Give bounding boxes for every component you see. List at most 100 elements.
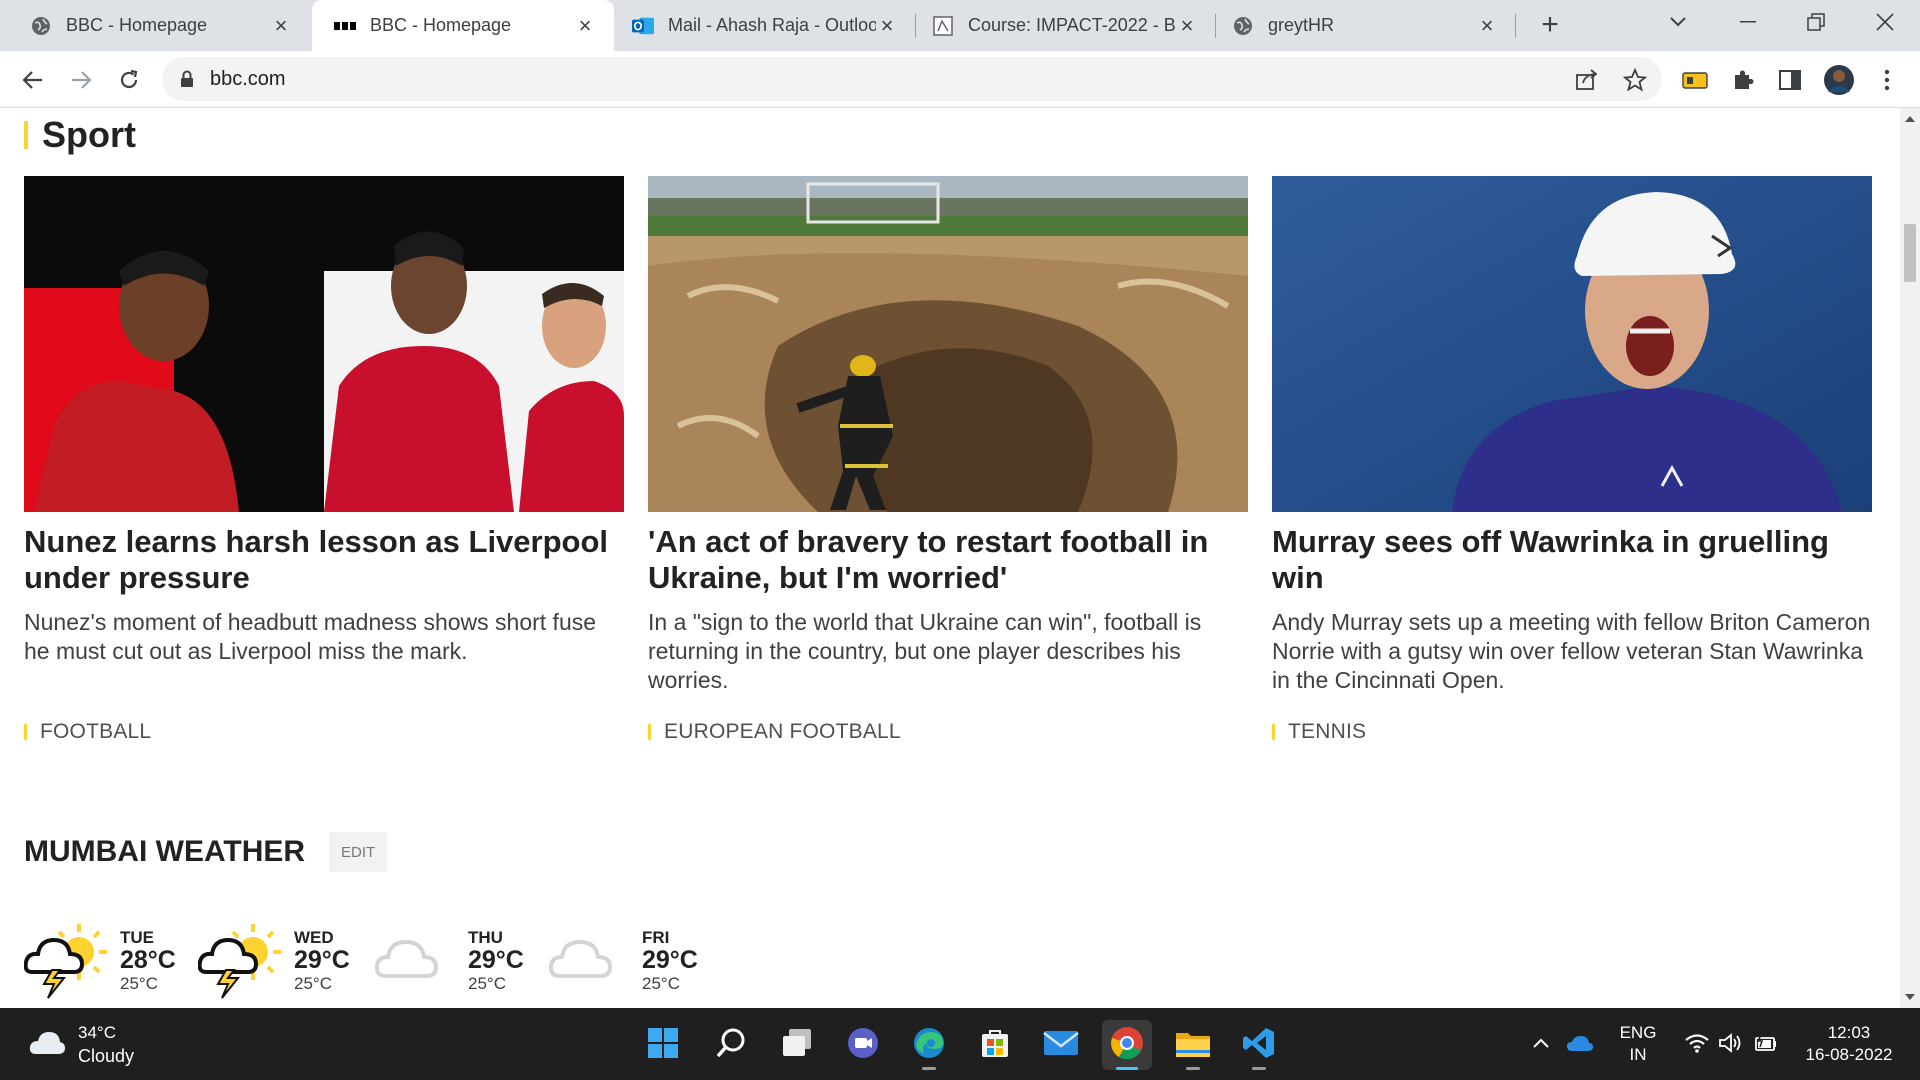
tab-close-icon[interactable]: × xyxy=(574,14,596,37)
story-tag-european-football[interactable]: EUROPEAN FOOTBALL xyxy=(648,720,901,744)
edge-app[interactable] xyxy=(904,1020,954,1070)
mail-app[interactable] xyxy=(1036,1020,1086,1070)
weather-day-name: WED xyxy=(294,928,334,947)
thunderstorm-sun-icon xyxy=(197,920,288,1000)
tab-close-icon[interactable]: × xyxy=(270,14,292,37)
weather-day-thu[interactable]: THU 29°C 25°C xyxy=(372,916,542,1006)
tab-close-icon[interactable]: × xyxy=(1476,14,1498,37)
tab-outlook-mail[interactable]: Mail - Ahash Raja - Outlook × xyxy=(616,0,916,51)
story-card-murray[interactable]: Murray sees off Wawrinka in gruelling wi… xyxy=(1272,176,1872,695)
weather-day-tue[interactable]: TUE 28°C 25°C xyxy=(23,916,194,1006)
restore-button[interactable] xyxy=(1786,0,1846,44)
tab-bbc-homepage-2[interactable]: BBC - Homepage × xyxy=(312,0,614,51)
clock-date: 16-08-2022 xyxy=(1805,1045,1893,1064)
story-image-murray[interactable] xyxy=(1272,176,1872,512)
extensions-puzzle-icon[interactable] xyxy=(1726,63,1760,97)
tab-close-icon[interactable]: × xyxy=(1176,14,1198,37)
weather-low-temp: 25°C xyxy=(642,974,680,993)
scrollbar-thumb[interactable] xyxy=(1904,224,1916,282)
outlook-icon xyxy=(632,15,654,37)
sport-section-title[interactable]: Sport xyxy=(24,114,136,156)
share-icon[interactable] xyxy=(1570,63,1604,97)
vscode-app[interactable] xyxy=(1234,1020,1284,1070)
language-line2: IN xyxy=(1629,1045,1647,1064)
running-indicator xyxy=(1252,1067,1266,1070)
scroll-up-arrow-icon[interactable] xyxy=(1905,116,1915,122)
forward-icon[interactable] xyxy=(62,61,100,99)
minimize-button[interactable] xyxy=(1718,0,1778,44)
language-line1: ENG xyxy=(1619,1023,1657,1042)
side-panel-icon[interactable] xyxy=(1773,63,1807,97)
edge-icon xyxy=(912,1026,946,1065)
task-view-button[interactable] xyxy=(772,1020,822,1070)
weather-title: MUMBAI WEATHER xyxy=(24,835,306,868)
tab-title: greytHR xyxy=(1268,15,1335,35)
scroll-down-arrow-icon[interactable] xyxy=(1905,994,1915,1000)
wifi-button[interactable] xyxy=(1680,1020,1714,1070)
wifi-icon xyxy=(1684,1033,1710,1058)
address-bar[interactable]: bbc.com xyxy=(162,57,1662,101)
start-button[interactable] xyxy=(638,1020,688,1070)
story-card-liverpool[interactable]: Nunez learns harsh lesson as Liverpool u… xyxy=(24,176,624,666)
story-headline[interactable]: 'An act of bravery to restart football i… xyxy=(648,524,1248,596)
story-headline[interactable]: Nunez learns harsh lesson as Liverpool u… xyxy=(24,524,624,596)
story-tag-football[interactable]: FOOTBALL xyxy=(24,720,151,744)
story-image-liverpool[interactable] xyxy=(24,176,624,512)
weather-day-wed[interactable]: WED 29°C 25°C xyxy=(197,916,368,1006)
page-scrollbar[interactable] xyxy=(1900,108,1920,1008)
battery-button[interactable] xyxy=(1748,1020,1782,1070)
file-explorer-app[interactable] xyxy=(1168,1020,1218,1070)
story-headline[interactable]: Murray sees off Wawrinka in gruelling wi… xyxy=(1272,524,1872,596)
weather-day-fri[interactable]: FRI 29°C 25°C xyxy=(546,916,716,1006)
weather-high-temp: 29°C xyxy=(642,946,698,974)
reload-icon[interactable] xyxy=(110,61,148,99)
browser-toolbar: bbc.com xyxy=(0,51,1920,108)
volume-button[interactable] xyxy=(1714,1020,1748,1070)
story-image-ukraine[interactable] xyxy=(648,176,1248,512)
chrome-icon xyxy=(1110,1026,1144,1065)
chrome-app[interactable] xyxy=(1102,1020,1152,1070)
running-indicator xyxy=(922,1067,936,1070)
chrome-menu-icon[interactable] xyxy=(1870,63,1904,97)
new-tab-button[interactable]: + xyxy=(1532,8,1568,44)
teams-chat-app[interactable] xyxy=(838,1020,888,1070)
tag-text: TENNIS xyxy=(1288,720,1367,743)
tab-greythr[interactable]: greytHR × xyxy=(1216,0,1516,51)
vscode-icon xyxy=(1242,1026,1276,1065)
story-summary: Nunez's moment of headbutt madness shows… xyxy=(24,609,597,664)
running-indicator xyxy=(1186,1067,1200,1070)
story-card-ukraine[interactable]: 'An act of bravery to restart football i… xyxy=(648,176,1248,695)
onedrive-cloud-icon xyxy=(1566,1034,1594,1057)
story-tag-tennis[interactable]: TENNIS xyxy=(1272,720,1366,744)
taskbar-weather-widget[interactable]: 34°C Cloudy xyxy=(28,1022,134,1068)
mail-icon xyxy=(1043,1029,1079,1062)
store-app[interactable] xyxy=(970,1020,1020,1070)
weather-day-name: TUE xyxy=(120,928,154,947)
weather-day-name: FRI xyxy=(642,928,670,947)
clock[interactable]: 12:03 16-08-2022 xyxy=(1790,1022,1908,1066)
bbc-icon xyxy=(334,15,356,37)
accent-bar xyxy=(24,121,28,149)
taskbar-search[interactable] xyxy=(706,1020,756,1070)
weather-low-temp: 25°C xyxy=(120,974,158,993)
tab-close-icon[interactable]: × xyxy=(876,14,898,37)
battery-charging-icon xyxy=(1752,1033,1778,1058)
story-summary: Andy Murray sets up a meeting with fello… xyxy=(1272,609,1871,693)
weather-edit-button[interactable]: EDIT xyxy=(329,832,388,872)
profile-avatar[interactable] xyxy=(1822,63,1856,97)
cloud-icon xyxy=(546,920,636,1000)
tab-bbc-homepage-1[interactable]: BBC - Homepage × xyxy=(0,0,310,51)
back-icon[interactable] xyxy=(14,61,52,99)
tab-search-icon[interactable] xyxy=(1648,0,1708,44)
tag-text: EUROPEAN FOOTBALL xyxy=(664,720,901,743)
show-hidden-icons-button[interactable] xyxy=(1526,1020,1556,1070)
extension-app-icon[interactable] xyxy=(1678,63,1712,97)
bookmark-star-icon[interactable] xyxy=(1618,63,1652,97)
taskbar-weather-temp: 34°C xyxy=(78,1023,116,1042)
language-indicator[interactable]: ENG IN xyxy=(1610,1022,1666,1066)
taskbar-weather-condition: Cloudy xyxy=(78,1046,135,1066)
weather-day-name: THU xyxy=(468,928,503,947)
close-window-button[interactable] xyxy=(1855,0,1915,44)
onedrive-button[interactable] xyxy=(1562,1020,1598,1070)
tab-course-impact[interactable]: Course: IMPACT-2022 - Batch × xyxy=(916,0,1216,51)
